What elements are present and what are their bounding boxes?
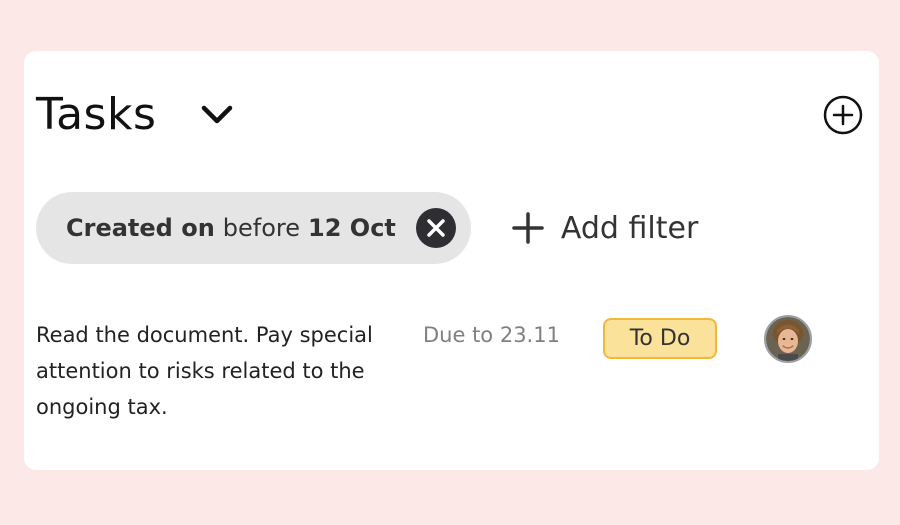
plus-circle-icon [823, 95, 863, 135]
add-filter-button[interactable]: Add filter [511, 211, 698, 246]
filter-chip-field: Created on [66, 214, 215, 242]
page-title: Tasks [36, 89, 157, 140]
filter-bar: Created on before 12 Oct Add filter [36, 192, 698, 264]
add-task-button[interactable] [822, 94, 864, 136]
task-due-date: Due to 23.11 [423, 323, 560, 347]
tasks-header: Tasks [36, 89, 234, 141]
user-avatar-icon [766, 317, 810, 361]
task-description: Read the document. Pay special attention… [36, 323, 373, 419]
chevron-down-icon[interactable] [200, 98, 234, 132]
add-filter-label: Add filter [560, 210, 699, 246]
avatar[interactable] [764, 315, 812, 363]
filter-chip-operator: before [222, 214, 301, 242]
filter-chip-value: 12 Oct [308, 214, 396, 242]
close-circle-icon[interactable] [415, 208, 456, 248]
filter-chip-created-on[interactable]: Created on before 12 Oct [36, 192, 471, 264]
plus-icon [512, 212, 544, 244]
status-badge[interactable]: To Do [603, 318, 717, 359]
tasks-card: Tasks Created on before 12 Oct Add filte… [24, 51, 879, 470]
